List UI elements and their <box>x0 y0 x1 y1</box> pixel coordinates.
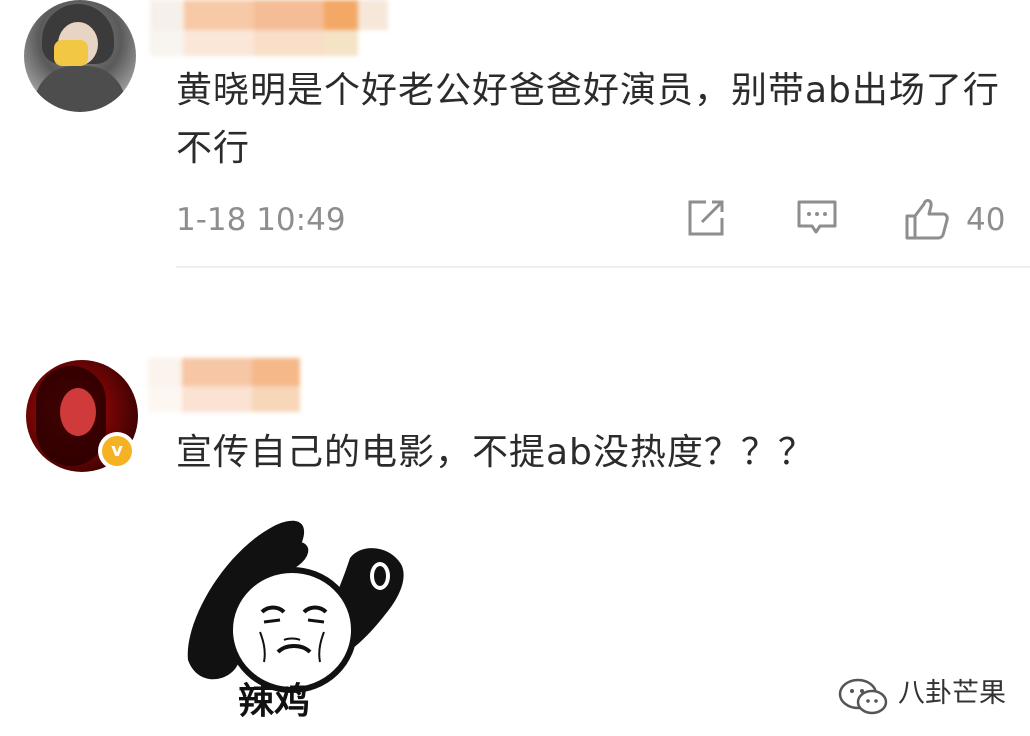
verified-badge: v <box>98 432 136 470</box>
verified-v-icon: v <box>102 436 132 466</box>
share-icon <box>688 200 724 236</box>
comment-1-timestamp: 1-18 10:49 <box>176 202 346 238</box>
weibo-comment-thread: 黄晓明是个好老公好爸爸好演员，别带ab出场了行不行 1-18 10:49 40 … <box>0 0 1030 736</box>
comment-1-text: 黄晓明是个好老公好爸爸好演员，别带ab出场了行不行 <box>176 70 1000 169</box>
watermark-account-name: 八卦芒果 <box>898 678 1006 709</box>
thumbs-up-icon <box>905 199 949 240</box>
comment-button[interactable] <box>796 196 838 240</box>
commenter-2-username-mosaic[interactable] <box>148 358 338 414</box>
like-count: 40 <box>966 202 1006 238</box>
comment-2-text: 宣传自己的电影，不提ab没热度？？？ <box>176 432 815 473</box>
commenter-1-avatar[interactable] <box>24 0 136 112</box>
commenter-1-username-mosaic[interactable] <box>150 0 400 58</box>
wechat-logo-icon <box>838 678 888 715</box>
comment-divider <box>176 266 1030 268</box>
comment-icon <box>797 200 837 234</box>
share-button[interactable] <box>684 196 728 240</box>
sticker-caption: 辣鸡 <box>238 681 311 722</box>
like-button[interactable] <box>904 196 950 240</box>
